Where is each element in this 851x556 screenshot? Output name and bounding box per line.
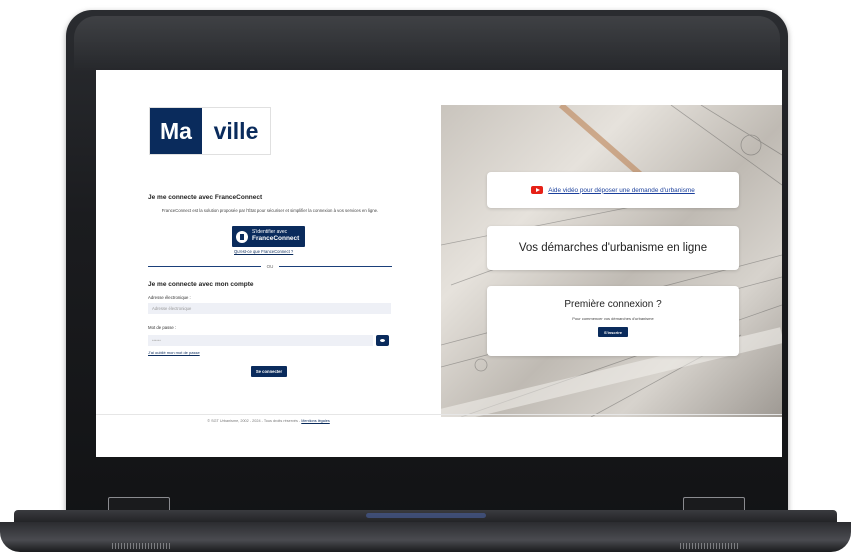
account-login-title: Je me connecte avec mon compte xyxy=(148,281,254,288)
headline-card: Vos démarches d'urbanisme en ligne xyxy=(487,226,739,270)
bezel-glare xyxy=(74,16,780,72)
login-panel: Ma ville Je me connecte avec FranceConne… xyxy=(96,70,441,457)
franceconnect-description: FranceConnect est la solution proposée p… xyxy=(161,208,379,213)
separator-text: OU xyxy=(266,264,274,269)
hero-panel: Aide vidéo pour déposer une demande d'ur… xyxy=(441,105,782,417)
footer-copyright: © SGT Urbanisme, 2002 - 2024 - Tous droi… xyxy=(207,419,301,423)
video-help-link[interactable]: Aide vidéo pour déposer une demande d'ur… xyxy=(548,187,695,194)
eye-icon xyxy=(380,339,385,342)
logo-ville: ville xyxy=(202,108,270,154)
youtube-play-icon xyxy=(531,186,544,194)
email-label: Adresse électronique : xyxy=(148,295,191,300)
franceconnect-title: Je me connecte avec FranceConnect xyxy=(148,194,263,201)
password-label: Mot de passe : xyxy=(148,325,177,330)
franceconnect-info-link[interactable]: Qu'est-ce que FranceConnect ? xyxy=(234,249,293,254)
franceconnect-button-line2: FranceConnect xyxy=(252,234,300,242)
login-button[interactable]: Se connecter xyxy=(251,366,287,377)
first-connection-subtitle: Pour commencer vos démarches d'urbanisme xyxy=(572,316,654,321)
footer: © SGT Urbanisme, 2002 - 2024 - Tous droi… xyxy=(96,419,441,423)
or-separator: OU xyxy=(148,264,392,269)
logo-ma: Ma xyxy=(150,108,202,154)
legal-mentions-link[interactable]: Mentions légales xyxy=(301,419,330,423)
signup-button[interactable]: S'inscrire xyxy=(598,327,628,337)
separator-line-right xyxy=(279,266,392,267)
ma-ville-logo: Ma ville xyxy=(149,107,271,155)
first-connection-title: Première connexion ? xyxy=(564,299,662,310)
franceconnect-button[interactable]: S'identifier avec FranceConnect xyxy=(232,226,305,247)
laptop-screen: Ma ville Je me connecte avec FranceConne… xyxy=(96,70,782,457)
password-field[interactable]: •••••• xyxy=(148,335,373,346)
vent-left xyxy=(112,543,170,549)
separator-line-left xyxy=(148,266,261,267)
franceconnect-icon xyxy=(236,230,248,243)
forgot-password-link[interactable]: J'ai oublié mon mot de passe xyxy=(148,350,200,355)
laptop-notch xyxy=(366,513,486,518)
vent-right xyxy=(680,543,738,549)
footer-divider xyxy=(96,414,782,415)
show-password-button[interactable] xyxy=(376,335,389,346)
email-field[interactable]: Adresse électronique xyxy=(148,303,391,314)
first-connection-card: Première connexion ? Pour commencer vos … xyxy=(487,286,739,356)
video-help-card[interactable]: Aide vidéo pour déposer une demande d'ur… xyxy=(487,172,739,208)
